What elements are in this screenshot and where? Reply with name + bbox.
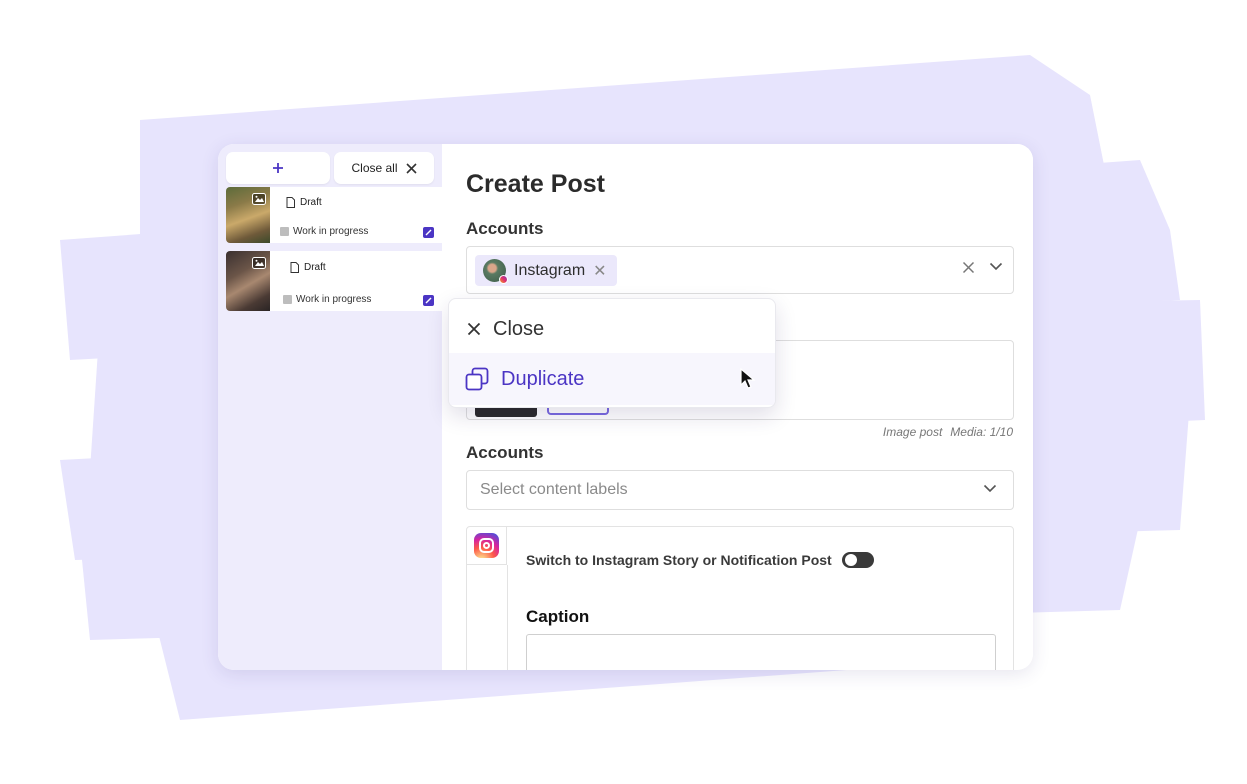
chevron-down-icon [983,484,997,493]
story-switch-label: Switch to Instagram Story or Notificatio… [526,552,832,568]
close-all-label: Close all [351,161,398,175]
account-chip[interactable]: Instagram ✕ [475,255,617,286]
draft-tag: Draft [286,258,332,276]
remove-chip-icon[interactable]: ✕ [593,261,606,281]
close-icon [405,162,417,174]
image-icon [252,257,266,269]
content-labels-select[interactable]: Select content labels [466,470,1014,510]
draft-card[interactable]: Draft Work in progress [226,251,442,311]
status-label: Work in progress [296,294,372,305]
image-icon [252,193,266,205]
account-chip-label: Instagram [514,261,586,279]
status-badge: Work in progress [283,294,371,305]
story-toggle[interactable] [841,552,874,568]
chevron-down-icon[interactable] [989,262,1003,271]
accounts-select[interactable]: Instagram ✕ [466,246,1014,294]
menu-duplicate-label: Duplicate [501,367,585,390]
draft-tag-label: Draft [300,196,322,208]
caption-input[interactable] [526,634,996,670]
content-labels-placeholder: Select content labels [480,481,628,498]
caption-label: Caption [526,607,590,626]
menu-item-duplicate[interactable]: Duplicate [449,353,775,405]
plus-icon [273,163,283,173]
media-type: Image post [882,425,943,439]
clear-icon[interactable] [962,261,975,274]
document-icon [286,196,295,208]
media-meta: Image post Media: 1/10 [883,425,1013,439]
instagram-settings: Switch to Instagram Story or Notificatio… [466,526,1014,670]
labels-section-label: Accounts [466,443,544,462]
menu-item-close[interactable]: Close [449,303,775,355]
instagram-tab[interactable] [467,527,507,565]
close-all-button[interactable]: Close all [334,152,434,184]
status-label: Work in progress [293,226,369,237]
accounts-label: Accounts [466,219,544,238]
edit-icon[interactable] [423,227,434,238]
edit-icon[interactable] [423,295,434,306]
media-count: Media: 1/10 [950,425,1013,439]
drafts-sidebar: Close all Draft Work in progress Draft W… [218,144,442,670]
avatar [483,259,508,284]
instagram-icon [474,533,499,558]
mouse-cursor-icon [740,368,756,389]
story-switch-row: Switch to Instagram Story or Notificatio… [526,552,874,568]
menu-close-label: Close [493,317,545,340]
new-post-button[interactable] [226,152,330,184]
document-icon [290,261,299,273]
duplicate-icon [465,367,489,391]
draft-thumbnail [226,251,270,311]
page-title: Create Post [466,170,605,198]
draft-card[interactable]: Draft Work in progress [226,187,442,243]
status-badge: Work in progress [280,226,368,237]
close-icon [467,322,481,336]
draft-thumbnail [226,187,270,243]
draft-tag: Draft [282,193,328,211]
context-menu: Close Duplicate [448,298,776,408]
draft-tag-label: Draft [304,261,326,273]
